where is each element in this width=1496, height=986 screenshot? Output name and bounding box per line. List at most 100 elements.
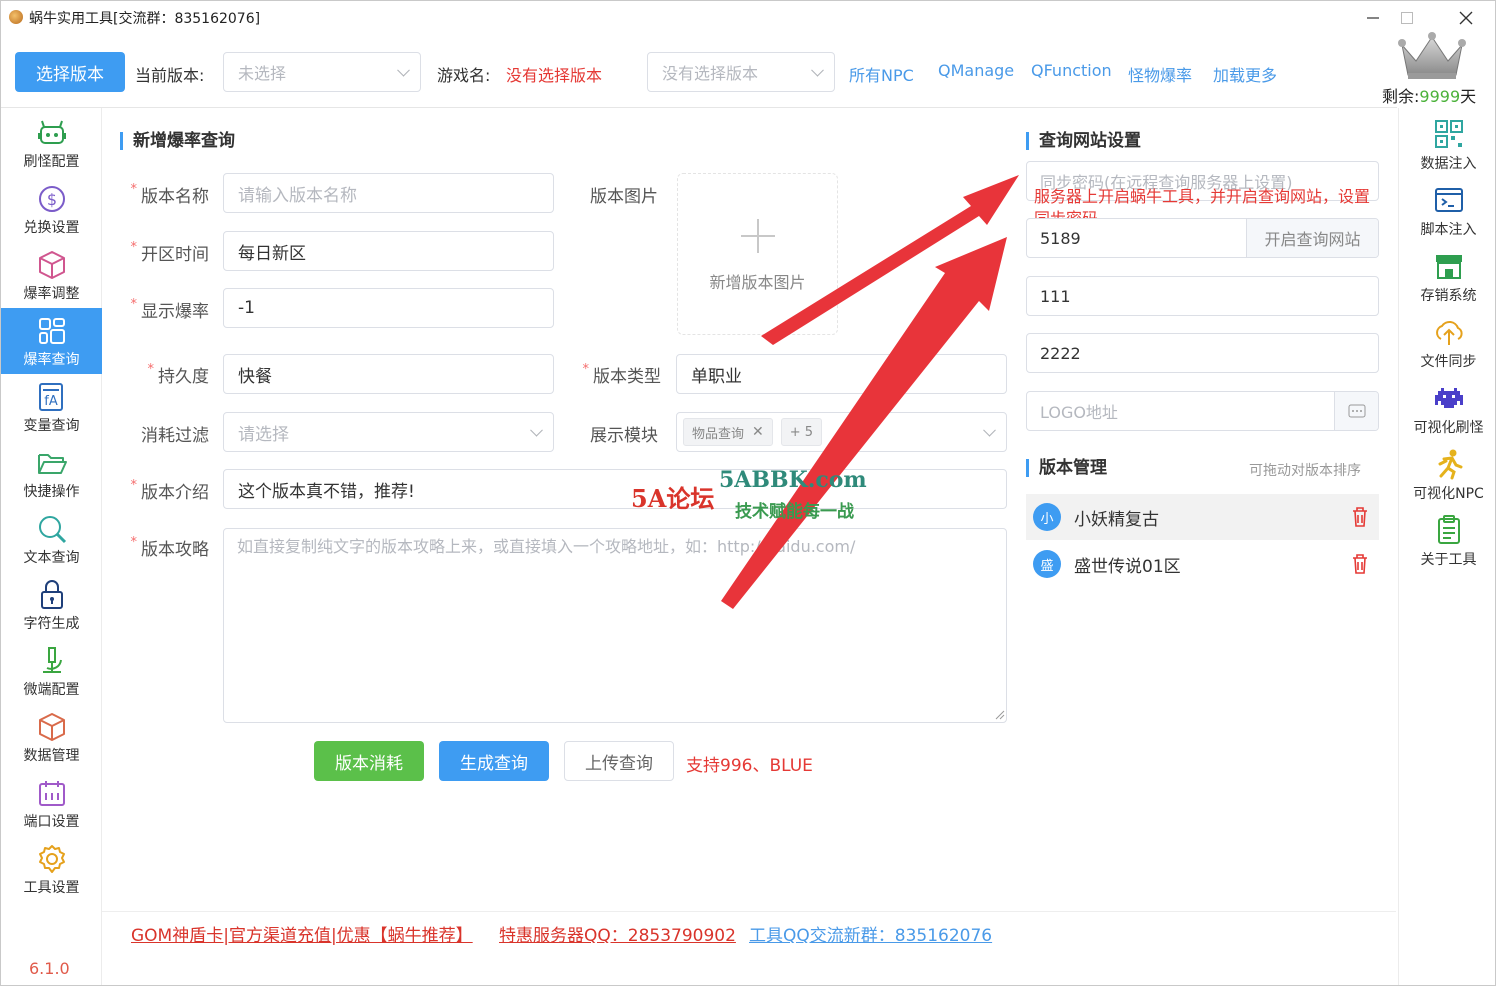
- durability-input[interactable]: 快餐: [223, 354, 554, 394]
- remaining-unit: 天: [1460, 87, 1477, 106]
- version-name-label: * 版本名称: [130, 182, 210, 207]
- sidebar-item-label: 刷怪配置: [23, 154, 80, 170]
- logo-input[interactable]: LOGO地址: [1040, 399, 1334, 423]
- window-title: 蜗牛实用工具[交流群：835162076]: [29, 11, 261, 27]
- game-version-select[interactable]: 没有选择版本: [647, 52, 835, 92]
- version-name-input[interactable]: 请输入版本名称: [223, 173, 554, 213]
- sidebar-item-port-settings[interactable]: 端口设置: [1, 770, 102, 836]
- logo-input-group: LOGO地址: [1026, 391, 1379, 431]
- version-item-name: 盛世传说01区: [1074, 556, 1181, 577]
- resize-handle-icon[interactable]: [995, 710, 1005, 720]
- footer-link-group-qq[interactable]: 工具QQ交流新群：835162076: [749, 921, 992, 946]
- version-mgmt-hint: 可拖动对版本排序: [1249, 463, 1361, 479]
- link-qmanage[interactable]: QManage: [938, 61, 1014, 80]
- open-time-input[interactable]: 每日新区: [223, 231, 554, 271]
- top-divider: [1, 107, 1397, 108]
- sidebar-item-quick-action[interactable]: 快捷操作: [1, 440, 102, 506]
- gear-icon: [38, 845, 65, 873]
- sidebar-item-monster-config[interactable]: 刷怪配置: [1, 110, 102, 176]
- sidebar-item-variable-query[interactable]: fA 变量查询: [1, 374, 102, 440]
- current-version-select[interactable]: 未选择: [223, 52, 421, 92]
- right-item-file-sync[interactable]: 文件同步: [1399, 310, 1495, 376]
- layout-icon: [38, 318, 65, 344]
- port-input[interactable]: 5189: [1040, 229, 1246, 248]
- consume-filter-placeholder: 请选择: [238, 424, 289, 445]
- generate-query-button[interactable]: 生成查询: [439, 741, 549, 781]
- right-item-visual-monster[interactable]: 可视化刷怪: [1399, 376, 1495, 442]
- sidebar-item-microclient[interactable]: 微端配置: [1, 638, 102, 704]
- sidebar-item-rate-query[interactable]: 爆率查询: [1, 308, 102, 374]
- query-site-title: 查询网站设置: [1026, 132, 1141, 150]
- sidebar-item-text-query[interactable]: 文本查询: [1, 506, 102, 572]
- ellipsis-icon: [1348, 404, 1365, 418]
- avatar: 盛: [1033, 550, 1061, 578]
- sidebar-item-label: 工具设置: [23, 880, 80, 896]
- forum-site-text: 5ABBK.com: [719, 467, 867, 493]
- sidebar-item-label: 文本查询: [23, 550, 80, 566]
- forum-watermark: 5A论坛 5ABBK.com 技术赋能每一战: [631, 463, 871, 523]
- annotation-arrows-icon: [721, 175, 1019, 609]
- support-text: 支持996、BLUE: [686, 756, 813, 776]
- current-version-label: 当前版本:: [135, 66, 205, 85]
- consume-filter-select[interactable]: 请选择: [223, 412, 554, 452]
- clipboard-icon: [1437, 515, 1460, 544]
- select-version-button[interactable]: 选择版本: [15, 52, 125, 92]
- sidebar-item-data-manage[interactable]: 数据管理: [1, 704, 102, 770]
- link-qfunction[interactable]: QFunction: [1031, 61, 1112, 80]
- logo-more-button[interactable]: [1334, 392, 1378, 430]
- microscope-icon: [42, 647, 62, 673]
- magnifier-icon: [38, 516, 66, 544]
- right-item-store-system[interactable]: 存销系统: [1399, 244, 1495, 310]
- query-field-4[interactable]: 2222: [1026, 333, 1379, 373]
- close-button[interactable]: [1446, 5, 1486, 31]
- footer-link-gom[interactable]: GOM神盾卡|官方渠道充值|优惠【蜗牛推荐】: [131, 921, 473, 946]
- right-item-script-inject[interactable]: 脚本注入: [1399, 178, 1495, 244]
- game-version-select-value: 没有选择版本: [662, 64, 759, 83]
- sidebar-item-tool-settings[interactable]: 工具设置: [1, 836, 102, 902]
- remaining-value: 9999: [1419, 87, 1461, 106]
- right-item-visual-npc[interactable]: 可视化NPC: [1399, 442, 1495, 508]
- port-input-group: 5189 开启查询网站: [1026, 218, 1379, 258]
- version-item[interactable]: 小 小妖精复古: [1026, 494, 1379, 540]
- trash-icon[interactable]: [1351, 506, 1369, 528]
- sidebar-item-exchange[interactable]: $ 兑换设置: [1, 176, 102, 242]
- right-item-label: 关于工具: [1420, 552, 1477, 568]
- right-item-label: 数据注入: [1420, 156, 1477, 172]
- sidebar-item-label: 兑换设置: [23, 220, 80, 236]
- trash-icon[interactable]: [1351, 553, 1369, 575]
- remaining-label: 剩余:: [1382, 87, 1420, 106]
- minimize-icon: [1367, 17, 1379, 19]
- folder-open-icon: [37, 454, 67, 474]
- link-all-npc[interactable]: 所有NPC: [849, 62, 914, 86]
- avatar: 小: [1033, 503, 1061, 531]
- right-item-data-inject[interactable]: 数据注入: [1399, 112, 1495, 178]
- sidebar-item-char-generate[interactable]: 字符生成: [1, 572, 102, 638]
- version-consume-button[interactable]: 版本消耗: [314, 741, 424, 781]
- lock-icon: [40, 580, 63, 609]
- right-item-label: 脚本注入: [1420, 222, 1477, 238]
- sidebar-item-label: 变量查询: [23, 418, 80, 434]
- link-monster-rate[interactable]: 怪物爆率: [1128, 62, 1192, 86]
- store-icon: [1435, 255, 1462, 279]
- link-load-more[interactable]: 加载更多: [1213, 62, 1277, 86]
- image-label: 版本图片: [590, 187, 658, 207]
- sidebar-item-label: 爆率调整: [23, 286, 80, 302]
- sidebar-item-label: 快捷操作: [23, 484, 80, 500]
- box-icon: [38, 713, 65, 741]
- sidebar-item-rate-adjust[interactable]: 爆率调整: [1, 242, 102, 308]
- right-item-label: 可视化刷怪: [1413, 420, 1484, 436]
- open-site-button[interactable]: 开启查询网站: [1246, 219, 1378, 257]
- show-rate-input[interactable]: -1: [223, 288, 554, 328]
- crown-icon: [1398, 32, 1466, 79]
- intro-label: * 版本介绍: [130, 478, 210, 503]
- right-item-about[interactable]: 关于工具: [1399, 508, 1495, 574]
- query-field-3[interactable]: 111: [1026, 276, 1379, 316]
- right-sidebar: 数据注入 脚本注入 存销系统 文件同步 可视化刷怪 可视化NPC 关于工具: [1398, 108, 1495, 985]
- footer-link-server-qq[interactable]: 特惠服务器QQ：2853790902: [499, 921, 736, 946]
- version-item[interactable]: 盛 盛世传说01区: [1026, 541, 1379, 587]
- svg-text:fA: fA: [44, 394, 58, 409]
- maximize-button[interactable]: [1387, 5, 1427, 31]
- upload-query-button[interactable]: 上传查询: [564, 741, 674, 781]
- left-sidebar: 刷怪配置 $ 兑换设置 爆率调整 爆率查询 fA 变量查询 快捷操作 文本查询 …: [1, 108, 102, 985]
- cube-icon: [38, 251, 65, 279]
